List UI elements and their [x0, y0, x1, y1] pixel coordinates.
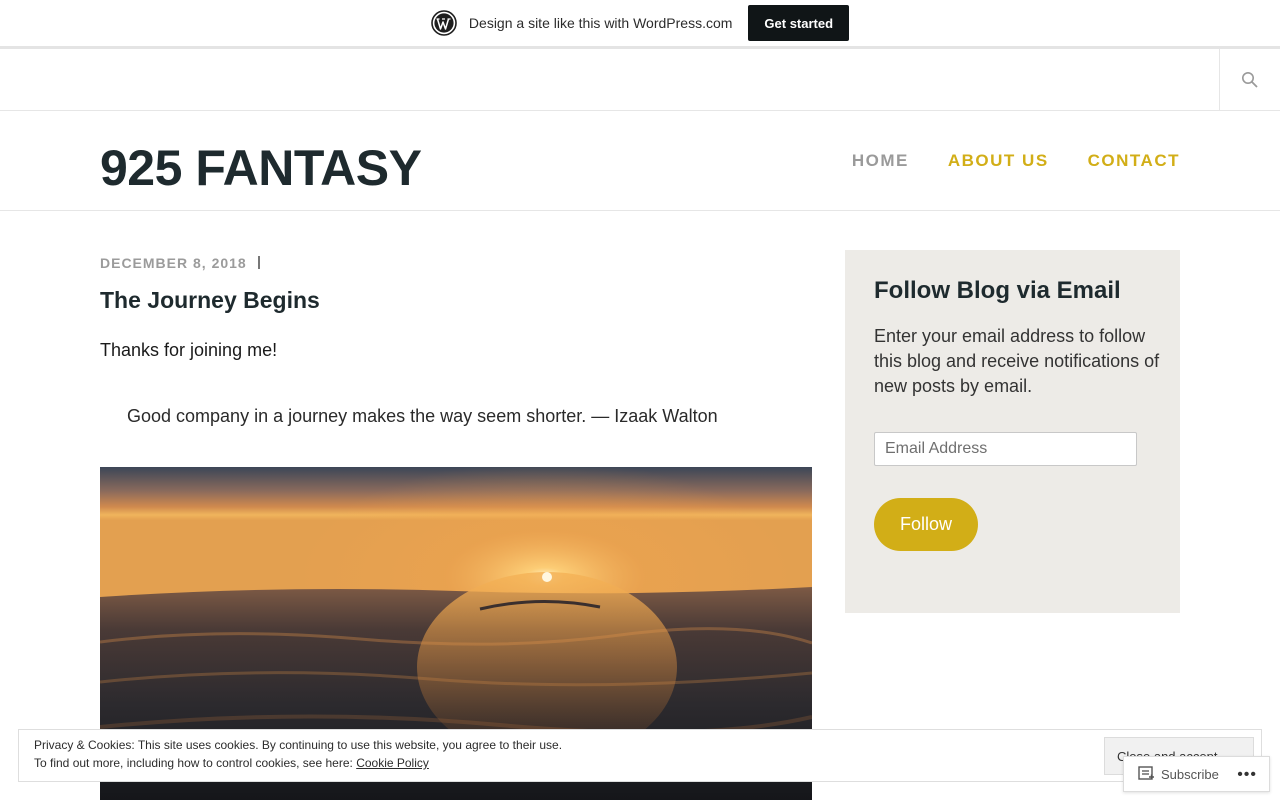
- search-bar-row: [0, 49, 1280, 111]
- main-navigation: HOME ABOUT US CONTACT: [852, 151, 1180, 171]
- banner-text: Design a site like this with WordPress.c…: [468, 15, 733, 31]
- site-title[interactable]: 925 FANTASY: [100, 139, 422, 197]
- nav-item-contact[interactable]: CONTACT: [1088, 151, 1180, 171]
- follow-button[interactable]: Follow: [874, 498, 978, 551]
- subscribe-bar: Subscribe •••: [1123, 756, 1270, 792]
- search-toggle-button[interactable]: [1219, 49, 1280, 110]
- post-date[interactable]: DECEMBER 8, 2018: [100, 255, 247, 271]
- post-quote: Good company in a journey makes the way …: [127, 406, 718, 426]
- search-icon: [1242, 71, 1258, 88]
- cookie-notice-more: To find out more, including how to contr…: [34, 756, 429, 770]
- nav-item-home[interactable]: HOME: [852, 151, 909, 171]
- get-started-button[interactable]: Get started: [748, 5, 850, 41]
- cookie-banner: Privacy & Cookies: This site uses cookie…: [18, 729, 1262, 782]
- meta-separator: [257, 256, 260, 269]
- nav-item-about-us[interactable]: ABOUT US: [948, 151, 1049, 171]
- widget-title: Follow Blog via Email: [874, 277, 1121, 304]
- email-field[interactable]: [874, 432, 1137, 466]
- cookie-notice-text: Privacy & Cookies: This site uses cookie…: [34, 738, 563, 752]
- subscribe-label[interactable]: Subscribe: [1161, 767, 1219, 782]
- wordpress-logo-icon: [431, 10, 457, 36]
- reader-subscribe-icon[interactable]: [1138, 766, 1155, 782]
- post-title[interactable]: The Journey Begins: [100, 287, 320, 314]
- cookie-policy-link[interactable]: Cookie Policy: [356, 756, 429, 770]
- cookie-notice-prefix: To find out more, including how to contr…: [34, 756, 357, 770]
- post-intro: Thanks for joining me!: [100, 340, 278, 360]
- site-header: 925 FANTASY HOME ABOUT US CONTACT: [0, 111, 1280, 211]
- widget-description: Enter your email address to follow this …: [874, 326, 1160, 396]
- more-options-icon[interactable]: •••: [1237, 766, 1257, 784]
- post-meta: DECEMBER 8, 2018: [100, 255, 260, 271]
- wordpress-promo-banner: Design a site like this with WordPress.c…: [0, 0, 1280, 49]
- follow-blog-widget: Follow Blog via Email Enter your email a…: [845, 250, 1180, 613]
